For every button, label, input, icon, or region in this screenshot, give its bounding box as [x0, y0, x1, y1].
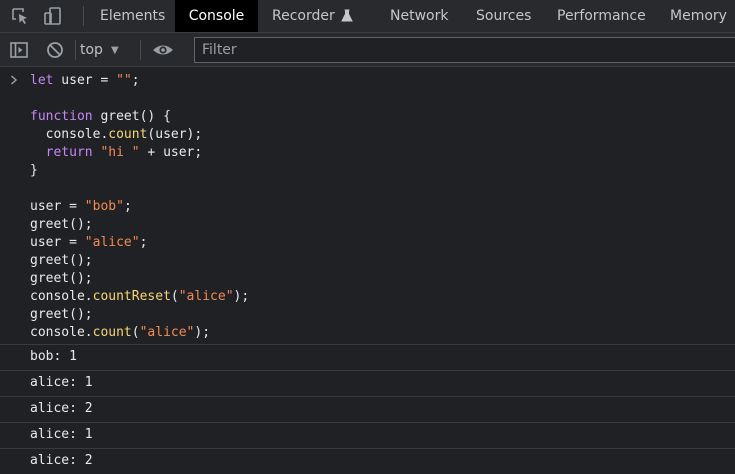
- tab-recorder[interactable]: Recorder: [272, 0, 372, 32]
- prompt-chevron-icon: [10, 74, 18, 89]
- context-selector[interactable]: top ▼: [80, 40, 119, 60]
- code-text: greet();: [30, 307, 93, 322]
- code-keyword: function: [30, 109, 93, 124]
- flask-icon: [340, 2, 353, 34]
- code-string: "bob": [84, 199, 124, 214]
- code-text: );: [194, 325, 211, 340]
- sidebar-toggle-icon[interactable]: [9, 40, 29, 60]
- console-log-line: bob: 1: [0, 344, 735, 369]
- code-text: greet() {: [92, 109, 171, 124]
- inspect-element-icon[interactable]: [10, 6, 30, 26]
- code-input-block[interactable]: let user = ""; function greet() { consol…: [30, 72, 249, 342]
- tab-label: Sources: [476, 8, 532, 24]
- code-text: greet();: [30, 271, 93, 286]
- code-string: "alice": [178, 289, 234, 304]
- log-text: bob: 1: [30, 349, 77, 364]
- code-string: "": [116, 73, 132, 88]
- tab-label: Network: [390, 8, 449, 24]
- toolbar-divider: [140, 40, 141, 60]
- code-text: (: [170, 289, 179, 304]
- tab-performance[interactable]: Performance: [557, 0, 646, 32]
- tab-bar-divider: [83, 6, 84, 26]
- code-text: }: [30, 163, 38, 178]
- toolbar-divider: [75, 40, 76, 60]
- log-text: alice: 1: [30, 427, 93, 442]
- tab-label: Elements: [100, 8, 166, 24]
- code-text: ;: [131, 73, 140, 88]
- code-text: (user);: [147, 127, 203, 142]
- code-method: count: [108, 127, 148, 142]
- devtools-window: Elements Console Recorder Network Source…: [0, 0, 735, 474]
- code-text: ;: [123, 199, 132, 214]
- log-text: alice: 2: [30, 401, 93, 416]
- live-expression-eye-icon[interactable]: [151, 40, 175, 60]
- tab-console[interactable]: Console: [175, 0, 258, 32]
- filter-input[interactable]: Filter: [194, 37, 735, 63]
- tab-label: Console: [188, 8, 245, 24]
- code-keyword: return: [45, 145, 93, 160]
- tab-bar: Elements Console Recorder Network Source…: [0, 0, 735, 33]
- code-text: console.: [30, 325, 93, 340]
- tab-memory[interactable]: Memory: [670, 0, 727, 32]
- code-text: console.: [30, 127, 109, 142]
- console-toolbar: top ▼ Filter: [0, 33, 735, 67]
- code-keyword: let: [30, 73, 54, 88]
- tab-sources[interactable]: Sources: [476, 0, 531, 32]
- tab-label: Memory: [670, 8, 727, 24]
- code-text: user =: [30, 199, 85, 214]
- clear-console-icon[interactable]: [45, 40, 65, 60]
- device-toolbar-icon[interactable]: [43, 6, 63, 26]
- console-log-line: alice: 2: [0, 448, 735, 473]
- console-log-line: alice: 1: [0, 422, 735, 447]
- code-string: "alice": [84, 235, 140, 250]
- code-text: user =: [53, 73, 117, 88]
- code-text: );: [233, 289, 250, 304]
- filter-placeholder: Filter: [202, 42, 237, 58]
- code-method: count: [92, 325, 132, 340]
- code-text: console.: [30, 289, 93, 304]
- log-text: alice: 1: [30, 375, 93, 390]
- code-text: greet();: [30, 217, 93, 232]
- tab-label: Performance: [557, 8, 646, 24]
- console-log-line: alice: 1: [0, 370, 735, 395]
- code-text: user =: [30, 235, 85, 250]
- code-string: "alice": [139, 325, 195, 340]
- code-text: + user;: [139, 145, 203, 160]
- tab-network[interactable]: Network: [390, 0, 448, 32]
- code-string: "hi ": [100, 145, 140, 160]
- code-text: greet();: [30, 253, 93, 268]
- tab-label: Recorder: [272, 8, 335, 24]
- console-log-line: alice: 2: [0, 396, 735, 421]
- code-text: (: [131, 325, 140, 340]
- console-panel: let user = ""; function greet() { consol…: [0, 67, 735, 474]
- code-text: ;: [139, 235, 148, 250]
- context-label: top: [80, 42, 103, 58]
- dropdown-arrow-icon: ▼: [110, 45, 119, 56]
- tab-elements[interactable]: Elements: [88, 0, 172, 32]
- log-text: alice: 2: [30, 453, 93, 468]
- code-method: countReset: [92, 289, 171, 304]
